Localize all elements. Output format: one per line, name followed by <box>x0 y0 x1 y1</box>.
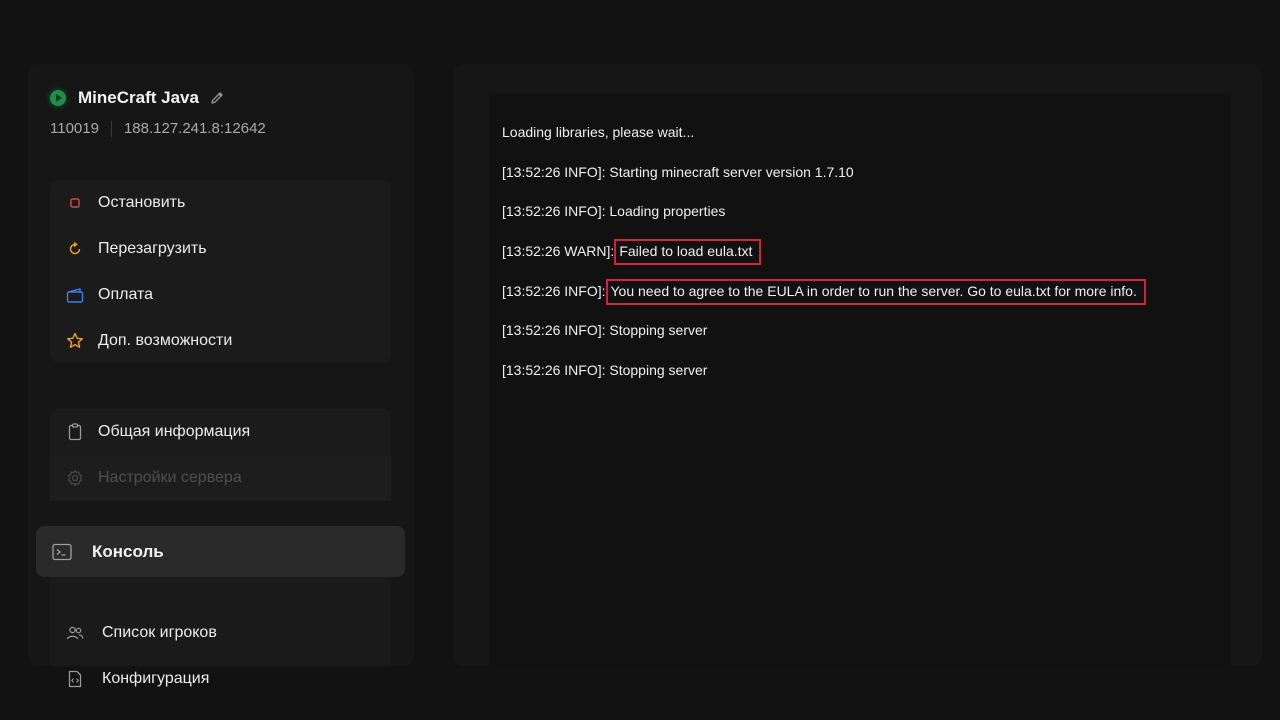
log-line: [13:52:26 INFO]: Starting minecraft serv… <box>502 164 1221 204</box>
log-text: [13:52:26 INFO]: Starting minecraft serv… <box>502 163 854 180</box>
info-group: Общая информация Настройки сервера <box>50 409 391 501</box>
server-settings-button[interactable]: Настройки сервера <box>50 455 391 501</box>
main-panel: Loading libraries, please wait... [13:52… <box>453 64 1262 666</box>
payment-label: Оплата <box>98 286 154 303</box>
restart-icon <box>66 240 84 258</box>
users-icon <box>66 624 84 642</box>
log-line-warn: [13:52:26 WARN]: Failed to load eula.txt <box>502 239 1221 283</box>
console-nav-item[interactable]: Консоль <box>36 526 405 577</box>
highlighted-message: Failed to load eula.txt <box>614 239 762 266</box>
extras-button[interactable]: Доп. возможности <box>50 318 391 364</box>
log-text: [13:52:26 INFO]: Stopping server <box>502 362 708 379</box>
stop-label: Остановить <box>98 194 186 211</box>
divider <box>110 120 112 137</box>
log-text: Loading libraries, please wait... <box>502 124 695 140</box>
file-code-icon <box>66 670 84 688</box>
configuration-button[interactable]: Конфигурация <box>50 656 391 702</box>
server-name: MineCraft Java <box>78 88 199 107</box>
restart-label: Перезагрузить <box>98 240 207 257</box>
log-line: Loading libraries, please wait... <box>502 124 1221 164</box>
stop-button[interactable]: Остановить <box>50 180 391 226</box>
payment-button[interactable]: Оплата <box>50 272 391 318</box>
stop-icon <box>66 194 84 212</box>
clipboard-icon <box>66 423 84 441</box>
edit-pencil-icon[interactable] <box>209 90 225 106</box>
star-icon <box>66 332 84 350</box>
server-actions: Остановить Перезагрузить Оплата Доп. воз… <box>50 180 391 362</box>
general-info-label: Общая информация <box>98 423 251 440</box>
log-line: [13:52:26 INFO]: Stopping server <box>502 362 1221 402</box>
log-line: [13:52:26 INFO]: Loading properties <box>502 203 1221 243</box>
log-text: [13:52:26 INFO]: Loading properties <box>502 203 726 220</box>
restart-button[interactable]: Перезагрузить <box>50 226 391 272</box>
general-info-button[interactable]: Общая информация <box>50 409 391 455</box>
terminal-icon <box>52 543 72 561</box>
log-line-eula: [13:52:26 INFO]: You need to agree to th… <box>502 278 1221 323</box>
server-settings-label: Настройки сервера <box>98 469 242 486</box>
server-header: MineCraft Java 110019 188.127.241.8:1264… <box>50 86 394 137</box>
console-log: Loading libraries, please wait... [13:52… <box>502 124 1221 402</box>
players-list-label: Список игроков <box>102 624 217 641</box>
extras-label: Доп. возможности <box>98 332 233 349</box>
highlighted-message: You need to agree to the EULA in order t… <box>605 278 1146 305</box>
status-running-icon <box>50 90 66 106</box>
log-text: [13:52:26 INFO]: Stopping server <box>502 322 708 339</box>
tools-group: Список игроков Конфигурация <box>50 574 391 688</box>
log-prefix: [13:52:26 INFO]: <box>502 282 606 299</box>
server-id: 110019 <box>50 120 99 137</box>
players-list-button[interactable]: Список игроков <box>50 610 391 656</box>
console-nav-label: Консоль <box>92 541 164 561</box>
gear-icon <box>66 469 84 487</box>
wallet-icon <box>66 286 84 304</box>
console-output: Loading libraries, please wait... [13:52… <box>489 94 1231 666</box>
sidebar: MineCraft Java 110019 188.127.241.8:1264… <box>28 64 414 688</box>
log-line: [13:52:26 INFO]: Stopping server <box>502 322 1221 362</box>
server-address[interactable]: 188.127.241.8:12642 <box>124 120 266 137</box>
configuration-label: Конфигурация <box>102 670 210 687</box>
log-prefix: [13:52:26 WARN]: <box>502 243 615 260</box>
